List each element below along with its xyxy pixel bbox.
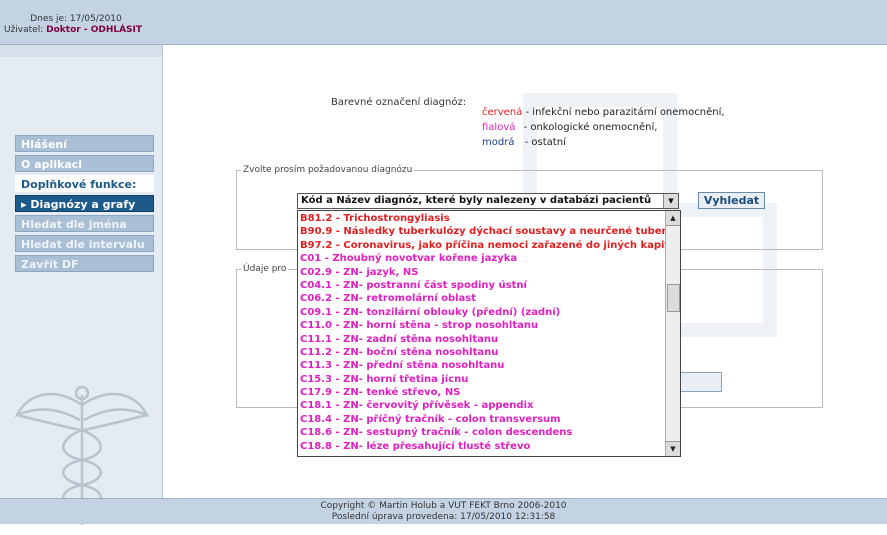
copyright-text: Copyright © Martin Holub a VUT FEKT Brno… [320,501,567,511]
dropdown-option[interactable]: C09.1 - ZN- tonzilární oblouky (přední) … [300,306,665,319]
menu-item-hledat-dle-jmena[interactable]: Hledat dle jména [15,215,154,232]
dropdown-option[interactable]: C15.3 - ZN- horní třetina jícnu [300,373,665,386]
legend-key: červená [482,107,523,118]
menu-item-diagnozy-a-grafy[interactable]: ▸ Diagnózy a grafy [15,195,154,212]
legend-desc: - onkologické onemocnění, [523,122,658,133]
dropdown-option[interactable]: C11.0 - ZN- horní stěna - strop nosohlta… [300,319,665,332]
dropdown-option[interactable]: C11.2 - ZN- boční stěna nosohltanu [300,346,665,359]
search-button[interactable]: Vyhledat [698,192,765,209]
menu-item-hledat-dle-intervalu[interactable]: Hledat dle intervalu [15,235,154,252]
option-list: B81.2 - Trichostrongyliasis B90.9 - Násle… [300,212,665,453]
logout-link[interactable]: Doktor - ODHLÁSIT [46,25,142,35]
chevron-down-icon[interactable]: ▼ [663,194,678,208]
legend-key: modrá [482,137,515,148]
dropdown-option[interactable]: C11.3 - ZN- přední stěna nosohltanu [300,359,665,372]
dropdown-option[interactable]: C04.1 - ZN- postranní část spodiny ústní [300,279,665,292]
menu-item-zavrit-df[interactable]: Zavřít DF [15,255,154,272]
dropdown-option[interactable]: C01 - Zhoubný novotvar kořene jazyka [300,252,665,265]
fieldset-legend: Údaje pro [243,264,287,274]
header: Dnes je: 17/05/2010 Uživatel: Doktor - O… [0,0,887,45]
dropdown-option[interactable]: C18.8 - ZN- léze přesahující tlusté stře… [300,440,665,453]
last-update-text: Poslední úprava provedena: 17/05/2010 12… [331,512,556,522]
legend-item-purple: fialová - onkologické onemocnění, [482,122,657,133]
menu-item-o-aplikaci[interactable]: O aplikaci [15,155,154,172]
dropdown-option[interactable]: C06.2 - ZN- retromolární oblast [300,292,665,305]
menu-section-doplnkove-funkce: Doplňkové funkce: [15,175,154,192]
fieldset-legend: Zvolte prosím požadovanou diagnózu [243,165,413,175]
scroll-up-icon[interactable]: ▲ [666,211,680,226]
select-value: Kód a Název diagnóz, které byly nalezeny… [301,195,652,206]
scrollbar[interactable]: ▲ ▼ [665,211,680,456]
dropdown-option[interactable]: B90.9 - Následky tuberkulózy dýchací sou… [300,225,665,238]
dropdown-option[interactable]: C18.6 - ZN- sestupný tračník - colon des… [300,426,665,439]
legend-desc: - ostatní [524,137,566,148]
menu-item-hlaseni[interactable]: Hlášení [15,135,154,152]
scroll-down-icon[interactable]: ▼ [666,441,680,456]
dropdown-option[interactable]: C18.1 - ZN- červovitý přívěsek - appendi… [300,399,665,412]
dropdown-option[interactable]: C02.9 - ZN- jazyk, NS [300,266,665,279]
dropdown-option[interactable]: B97.2 - Coronavirus, jako příčina nemoci… [300,239,665,252]
dropdown-option[interactable]: C17.9 - ZN- tenké střevo, NS [300,386,665,399]
scroll-thumb[interactable] [667,284,680,312]
legend-item-blue: modrá - ostatní [482,137,566,148]
dropdown-option[interactable]: C11.1 - ZN- zadní stěna nosohltanu [300,333,665,346]
user-label: Uživatel: [4,25,44,35]
arrow-right-icon: ▸ [21,198,31,211]
diagnosis-select[interactable]: Kód a Název diagnóz, které byly nalezeny… [297,193,679,209]
footer: Copyright © Martin Holub a VUT FEKT Brno… [0,498,887,524]
legend-desc: - infekční nebo parazitární onemocnění, [525,107,725,118]
sidebar: Hlášení O aplikaci Doplňkové funkce: ▸ D… [0,45,163,525]
dropdown-option[interactable]: B81.2 - Trichostrongyliasis [300,212,665,225]
sidebar-menu: Hlášení O aplikaci Doplňkové funkce: ▸ D… [15,135,154,275]
user-info: Uživatel: Doktor - ODHLÁSIT [4,25,142,35]
diagnosis-dropdown-list[interactable]: B81.2 - Trichostrongyliasis B90.9 - Násle… [297,210,681,457]
current-date: Dnes je: 17/05/2010 [30,14,122,24]
dropdown-option[interactable]: C18.4 - ZN- příčný tračník - colon trans… [300,413,665,426]
secondary-button[interactable] [676,372,722,392]
menu-item-label: Diagnózy a grafy [30,198,136,211]
legend-key: fialová [482,122,516,133]
legend-title: Barevné označení diagnóz: [331,97,467,108]
legend-item-red: červená - infekční nebo parazitární onem… [482,107,725,118]
